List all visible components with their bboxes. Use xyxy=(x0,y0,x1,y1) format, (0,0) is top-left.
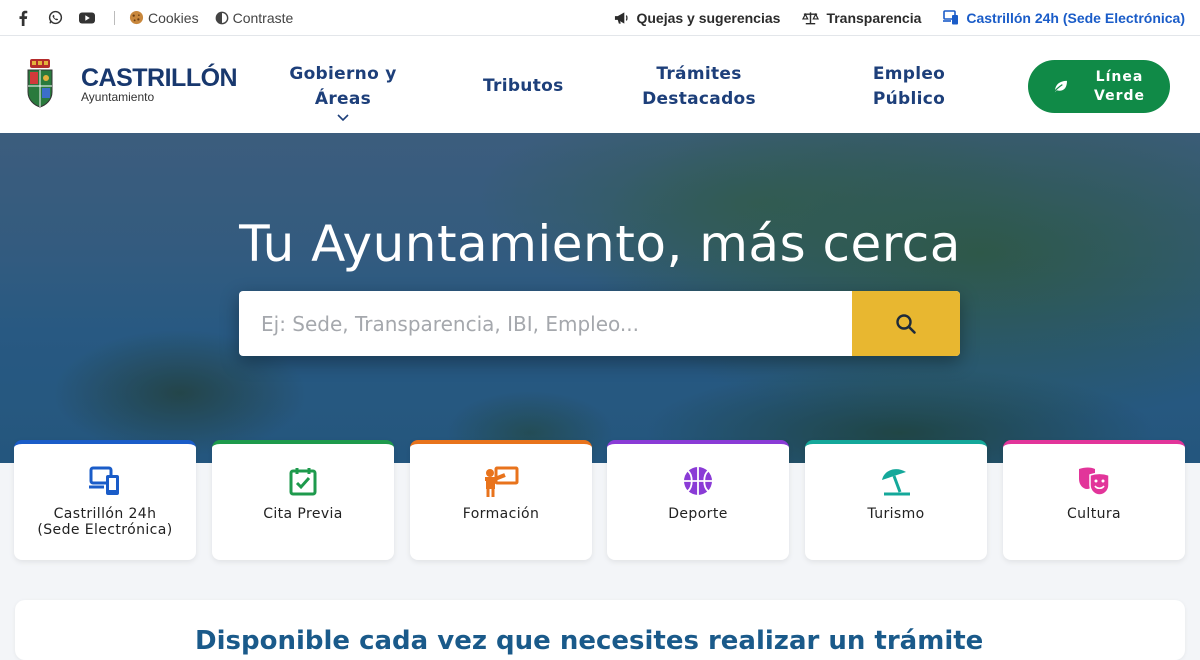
linea-verde-line2: Verde xyxy=(1094,87,1145,104)
sede-label: Castrillón 24h (Sede Electrónica) xyxy=(966,9,1185,26)
nav-tramites-line2: Destacados xyxy=(642,89,756,109)
nav-empleo-line1: Empleo xyxy=(872,64,946,84)
card-deporte[interactable]: Deporte xyxy=(607,440,789,560)
card-cita-previa[interactable]: Cita Previa xyxy=(212,440,394,560)
youtube-icon[interactable] xyxy=(78,9,96,27)
basketball-icon xyxy=(684,467,712,495)
nav-gobierno-label: Gobierno y Áreas xyxy=(289,64,397,109)
card-turismo[interactable]: Turismo xyxy=(805,440,987,560)
cookie-icon xyxy=(129,10,144,25)
hero-title: Tu Ayuntamiento, más cerca xyxy=(239,215,961,273)
nav-tributos[interactable]: Tributos xyxy=(483,74,564,99)
beach-umbrella-icon xyxy=(882,469,910,496)
coat-of-arms-icon xyxy=(27,59,53,108)
linea-verde-line1: Línea xyxy=(1095,68,1144,85)
leaf-icon xyxy=(1053,80,1067,93)
top-utility-bar: Cookies Contraste Quejas y sugerencias T… xyxy=(0,0,1200,36)
sede-electronica-link[interactable]: Castrillón 24h (Sede Electrónica) xyxy=(943,10,1185,26)
card-label-line1: Cultura xyxy=(1066,506,1122,522)
contrast-toggle[interactable]: Contraste xyxy=(215,9,294,26)
hero-banner: Tu Ayuntamiento, más cerca xyxy=(0,133,1200,463)
card-label-line1: Cita Previa xyxy=(263,506,343,522)
cookies-link[interactable]: Cookies xyxy=(129,10,199,26)
card-label-line1: Turismo xyxy=(867,506,925,522)
nav-gobierno-areas[interactable]: Gobierno y Áreas xyxy=(268,62,418,122)
card-sede-electronica[interactable]: Castrillón 24h (Sede Electrónica) xyxy=(14,440,196,560)
contrast-icon xyxy=(215,11,228,24)
logo-subtitle: Ayuntamiento xyxy=(81,90,155,104)
transparency-link[interactable]: Transparencia xyxy=(802,10,921,26)
cookies-label: Cookies xyxy=(148,9,199,26)
whatsapp-icon[interactable] xyxy=(46,9,64,27)
transparency-label: Transparencia xyxy=(826,9,922,26)
teacher-icon xyxy=(485,466,519,497)
chevron-down-icon xyxy=(337,114,349,122)
nav-tributos-label: Tributos xyxy=(483,76,564,96)
search-input[interactable] xyxy=(239,291,851,356)
search-button[interactable] xyxy=(852,291,960,356)
card-label-line2: (Sede Electrónica) xyxy=(37,522,173,538)
complaints-link[interactable]: Quejas y sugerencias xyxy=(614,10,780,26)
contrast-label: Contraste xyxy=(232,9,294,26)
card-formacion[interactable]: Formación xyxy=(410,440,592,560)
nav-tramites-destacados[interactable]: Trámites Destacados xyxy=(640,62,758,112)
devices-icon xyxy=(89,466,119,495)
card-label-line1: Deporte xyxy=(668,506,728,522)
divider xyxy=(114,10,115,25)
scale-icon xyxy=(802,11,820,24)
card-label-line1: Castrillón 24h xyxy=(53,506,157,522)
quick-access-cards: Castrillón 24h (Sede Electrónica) Cita Pr… xyxy=(0,440,1200,564)
nav-empleo-publico[interactable]: Empleo Público xyxy=(870,62,948,112)
nav-empleo-line2: Público xyxy=(872,89,946,109)
linea-verde-button[interactable]: Línea Verde xyxy=(1028,60,1170,113)
info-panel: Disponible cada vez que necesites realiz… xyxy=(15,600,1185,660)
main-header: CASTRILLÓN Ayuntamiento Gobierno y Áreas… xyxy=(0,36,1200,133)
calendar-check-icon xyxy=(289,468,317,496)
card-cultura[interactable]: Cultura xyxy=(1003,440,1185,560)
nav-tramites-line1: Trámites xyxy=(656,64,742,84)
logo-title: CASTRILLÓN xyxy=(81,64,238,92)
devices-icon xyxy=(943,10,959,25)
theater-masks-icon xyxy=(1079,467,1110,496)
logo[interactable]: CASTRILLÓN Ayuntamiento xyxy=(24,58,238,110)
search-icon xyxy=(896,313,916,334)
panel-heading: Disponible cada vez que necesites realiz… xyxy=(195,626,984,656)
complaints-label: Quejas y sugerencias xyxy=(636,9,781,26)
search-box xyxy=(239,291,960,356)
facebook-icon[interactable] xyxy=(14,9,32,27)
megaphone-icon xyxy=(615,11,629,24)
card-label-line1: Formación xyxy=(462,506,540,522)
